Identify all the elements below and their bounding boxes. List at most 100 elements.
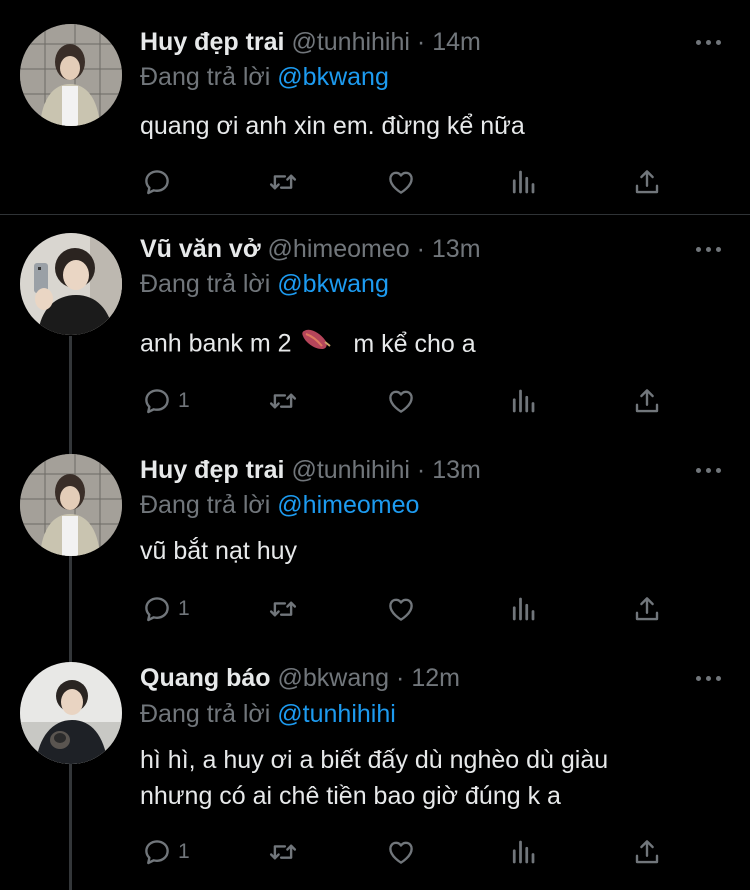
- display-name[interactable]: Huy đẹp trai: [140, 456, 284, 484]
- handle[interactable]: @bkwang: [278, 664, 390, 692]
- action-bar: [140, 166, 680, 198]
- replying-label: Đang trả lời: [140, 270, 271, 298]
- separator-dot: ·: [396, 664, 405, 692]
- tweet-text-line: nhưng có ai chê tiền bao giờ đúng k a: [140, 782, 561, 810]
- reply-icon: [142, 594, 172, 624]
- timestamp[interactable]: 14m: [432, 28, 481, 56]
- reply-button[interactable]: 1: [142, 593, 190, 625]
- replying-to: Đang trả lời @bkwang: [140, 63, 389, 92]
- separator-dot: ·: [416, 235, 425, 263]
- mention-link[interactable]: @bkwang: [277, 63, 389, 91]
- avatar[interactable]: [20, 662, 122, 764]
- like-icon: [386, 386, 416, 416]
- tweet[interactable]: Huy đẹp trai @tunhihihi · 14m Đang trả l…: [0, 0, 750, 214]
- like-icon: [386, 837, 416, 867]
- share-button[interactable]: [632, 593, 662, 625]
- reply-icon: [142, 837, 172, 867]
- analytics-icon: [508, 167, 538, 197]
- reply-count: 1: [178, 389, 190, 412]
- replying-label: Đang trả lời: [140, 491, 271, 519]
- share-icon: [632, 837, 662, 867]
- like-button[interactable]: [386, 836, 416, 868]
- reply-icon: [142, 386, 172, 416]
- like-button[interactable]: [386, 166, 416, 198]
- mention-link[interactable]: @bkwang: [277, 270, 389, 298]
- tweet[interactable]: Huy đẹp trai @tunhihihi · 13m Đang trả l…: [0, 440, 750, 650]
- tweet-text-part: anh bank m 2: [140, 329, 292, 358]
- retweet-icon: [268, 837, 298, 867]
- share-icon: [632, 386, 662, 416]
- retweet-icon: [268, 386, 298, 416]
- separator-dot: ·: [416, 456, 426, 484]
- analytics-button[interactable]: [508, 836, 538, 868]
- share-button[interactable]: [632, 385, 662, 417]
- share-button[interactable]: [632, 166, 662, 198]
- action-bar: 1: [140, 385, 680, 417]
- tweet[interactable]: Vũ văn vở @himeomeo · 13m Đang trả lời @…: [0, 215, 750, 440]
- like-button[interactable]: [386, 385, 416, 417]
- avatar[interactable]: [20, 233, 122, 335]
- more-icon[interactable]: [696, 244, 722, 254]
- tweet-header: Huy đẹp trai @tunhihihi · 13m: [140, 456, 481, 485]
- timestamp[interactable]: 12m: [411, 664, 460, 692]
- more-icon[interactable]: [696, 37, 722, 47]
- reply-count: 1: [178, 597, 190, 620]
- like-icon: [386, 167, 416, 197]
- retweet-button[interactable]: [268, 385, 298, 417]
- like-icon: [386, 594, 416, 624]
- analytics-icon: [508, 386, 538, 416]
- display-name[interactable]: Quang báo: [140, 664, 271, 692]
- analytics-button[interactable]: [508, 385, 538, 417]
- timestamp[interactable]: 13m: [432, 235, 481, 263]
- like-button[interactable]: [386, 593, 416, 625]
- reply-button[interactable]: 1: [142, 385, 190, 417]
- tweet-text-part: m kể cho a: [353, 329, 476, 358]
- tweet-header: Huy đẹp trai @tunhihihi · 14m: [140, 28, 481, 57]
- more-icon[interactable]: [696, 465, 722, 475]
- avatar[interactable]: [20, 24, 122, 126]
- display-name[interactable]: Huy đẹp trai: [140, 28, 284, 56]
- handle[interactable]: @tunhihihi: [291, 456, 410, 484]
- reply-icon: [142, 167, 172, 197]
- tweet-text: quang ơi anh xin em. đừng kể nữa: [140, 112, 525, 140]
- timestamp[interactable]: 13m: [432, 456, 481, 484]
- replying-to: Đang trả lời @bkwang: [140, 270, 389, 299]
- replying-to: Đang trả lời @himeomeo: [140, 491, 419, 520]
- tweet[interactable]: Quang báo @bkwang · 12m Đang trả lời @tu…: [0, 650, 750, 890]
- display-name[interactable]: Vũ văn vở: [140, 235, 261, 263]
- handle[interactable]: @himeomeo: [268, 235, 410, 263]
- replying-label: Đang trả lời: [140, 63, 271, 91]
- tweet-text: vũ bắt nạt huy: [140, 537, 298, 565]
- action-bar: 1: [140, 593, 680, 625]
- mention-link[interactable]: @himeomeo: [277, 491, 419, 519]
- tweet-text: hì hì, a huy ơi a biết đấy dù nghèo dù g…: [140, 742, 720, 814]
- separator-dot: ·: [416, 28, 426, 56]
- replying-label: Đang trả lời: [140, 700, 271, 728]
- retweet-button[interactable]: [268, 836, 298, 868]
- action-bar: 1: [140, 836, 680, 868]
- reply-count: 1: [178, 840, 190, 863]
- analytics-icon: [508, 837, 538, 867]
- tweet-text: anh bank m 2 m kể cho a: [140, 325, 720, 365]
- tweet-header: Quang báo @bkwang · 12m: [140, 664, 460, 693]
- analytics-icon: [508, 594, 538, 624]
- tweet-text-line: hì hì, a huy ơi a biết đấy dù nghèo dù g…: [140, 746, 609, 774]
- tweet-header: Vũ văn vở @himeomeo · 13m: [140, 235, 481, 264]
- retweet-button[interactable]: [268, 166, 298, 198]
- retweet-button[interactable]: [268, 593, 298, 625]
- analytics-button[interactable]: [508, 166, 538, 198]
- handle[interactable]: @tunhihihi: [291, 28, 410, 56]
- share-icon: [632, 594, 662, 624]
- reply-button[interactable]: [142, 166, 178, 198]
- reply-button[interactable]: 1: [142, 836, 190, 868]
- retweet-icon: [268, 594, 298, 624]
- sweet-potato-emoji: [298, 325, 332, 365]
- mention-link[interactable]: @tunhihihi: [277, 700, 396, 728]
- share-button[interactable]: [632, 836, 662, 868]
- replying-to: Đang trả lời @tunhihihi: [140, 700, 396, 729]
- retweet-icon: [268, 167, 298, 197]
- analytics-button[interactable]: [508, 593, 538, 625]
- avatar[interactable]: [20, 454, 122, 556]
- more-icon[interactable]: [696, 673, 722, 683]
- share-icon: [632, 167, 662, 197]
